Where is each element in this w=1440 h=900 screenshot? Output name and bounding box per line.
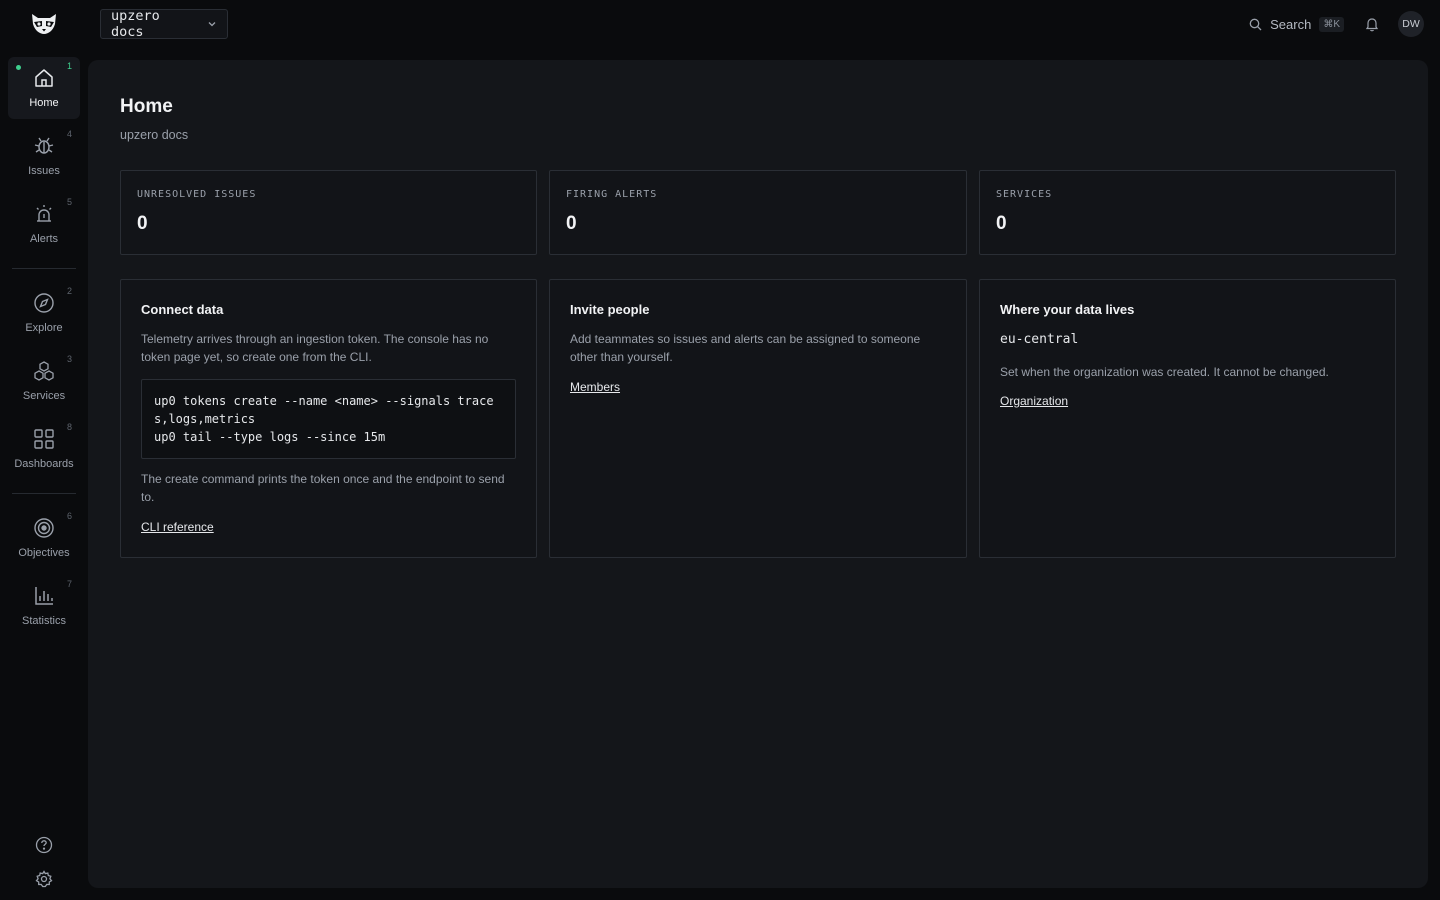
nav-count: 6 [66, 511, 72, 521]
sidebar-divider [12, 493, 76, 494]
nav-count: 5 [66, 197, 72, 207]
sidebar-item-dashboards[interactable]: 8 Dashboards [8, 418, 80, 480]
text-line: The create command prints the token once… [141, 472, 505, 486]
sidebar-item-home[interactable]: 1 Home [8, 57, 80, 119]
text-line: other than yourself. [570, 350, 673, 364]
card-text: Telemetry arrives through an ingestion t… [141, 330, 488, 366]
nav-label: Alerts [29, 233, 59, 245]
card-text: Set when the organization was created. I… [1000, 365, 1329, 379]
stat-value: 0 [137, 213, 148, 234]
help-icon[interactable] [33, 834, 55, 856]
nav-count: 1 [66, 61, 72, 71]
nav-label: Objectives [18, 547, 70, 559]
card-title: Connect data [141, 302, 224, 317]
members-link[interactable]: Members [570, 380, 620, 394]
stat-value: 0 [996, 213, 1007, 234]
active-indicator-dot [16, 65, 21, 70]
grid-icon [32, 427, 56, 451]
top-actions: Search ⌘K DW [1249, 10, 1424, 38]
main-panel: Home upzero docs UNRESOLVED ISSUES 0 FIR… [88, 60, 1428, 888]
nav-count: 2 [66, 286, 72, 296]
sidebar-divider [12, 268, 76, 269]
nav-label: Dashboards [14, 458, 74, 470]
text-line: Telemetry arrives through an ingestion t… [141, 332, 489, 346]
bar-chart-icon [32, 584, 56, 608]
card-text: The create command prints the token once… [141, 470, 505, 506]
connect-data-card: Connect data Telemetry arrives through a… [120, 279, 537, 558]
invite-people-card: Invite people Add teammates so issues an… [549, 279, 967, 558]
raccoon-logo-icon[interactable] [28, 10, 60, 38]
nav-count: 7 [66, 579, 72, 589]
stat-label: SERVICES [996, 189, 1053, 200]
stat-card-unresolved-issues[interactable]: UNRESOLVED ISSUES 0 [120, 170, 537, 255]
text-line: Add teammates so issues and alerts can b… [570, 332, 921, 346]
card-title: Invite people [570, 302, 650, 317]
code-line: up0 tokens create --name <name> --signal… [154, 394, 494, 408]
chevron-down-icon [207, 19, 217, 29]
target-icon [32, 516, 56, 540]
sidebar: 1 Home 4 Issues 5 Alerts 2 Explore 3 Ser… [0, 48, 88, 900]
code-line: s,logs,metrics [154, 412, 256, 426]
nav-label: Services [22, 390, 66, 402]
stat-card-firing-alerts[interactable]: FIRING ALERTS 0 [549, 170, 967, 255]
search-shortcut: ⌘K [1319, 16, 1344, 32]
home-icon [32, 66, 56, 90]
nav-count: 8 [66, 422, 72, 432]
sidebar-item-explore[interactable]: 2 Explore [8, 282, 80, 344]
data-region-card: Where your data lives eu-central Set whe… [979, 279, 1396, 558]
stat-value: 0 [566, 213, 577, 234]
alarm-icon [32, 202, 56, 226]
stat-card-services[interactable]: SERVICES 0 [979, 170, 1396, 255]
page-title: Home [120, 96, 173, 117]
card-title: Where your data lives [1000, 302, 1135, 317]
page-subtitle: upzero docs [120, 128, 189, 142]
compass-icon [32, 291, 56, 315]
gear-icon[interactable] [33, 868, 55, 890]
text-line: token page yet, so create one from the C… [141, 350, 372, 364]
sidebar-item-objectives[interactable]: 6 Objectives [8, 507, 80, 569]
search-label: Search [1270, 16, 1312, 32]
search-button[interactable]: Search ⌘K [1249, 16, 1344, 32]
nav-label: Home [29, 97, 59, 109]
region-value: eu-central [1000, 332, 1079, 347]
stat-label: FIRING ALERTS [566, 189, 658, 200]
text-line: to. [141, 490, 155, 504]
nav-count: 4 [66, 129, 72, 139]
bug-icon [32, 134, 56, 158]
cli-reference-link[interactable]: CLI reference [141, 520, 214, 534]
workspace-name: upzero docs [111, 8, 160, 40]
cli-code-block[interactable]: up0 tokens create --name <name> --signal… [141, 379, 516, 459]
stat-label: UNRESOLVED ISSUES [137, 189, 257, 200]
nav-label: Issues [28, 165, 60, 177]
sidebar-item-issues[interactable]: 4 Issues [8, 125, 80, 187]
cubes-icon [32, 359, 56, 383]
sidebar-item-statistics[interactable]: 7 Statistics [8, 575, 80, 637]
nav-label: Explore [25, 322, 63, 334]
sidebar-item-alerts[interactable]: 5 Alerts [8, 193, 80, 255]
nav-count: 3 [66, 354, 72, 364]
card-text: Add teammates so issues and alerts can b… [570, 330, 920, 366]
sidebar-item-services[interactable]: 3 Services [8, 350, 80, 412]
workspace-selector[interactable]: upzero docs [100, 8, 228, 40]
notifications-bell-icon[interactable] [1364, 16, 1380, 32]
avatar[interactable]: DW [1398, 11, 1424, 37]
code-line: up0 tail --type logs --since 15m [154, 430, 386, 444]
search-icon [1249, 18, 1262, 31]
organization-link[interactable]: Organization [1000, 394, 1068, 408]
top-bar: upzero docs Search ⌘K DW [0, 0, 1440, 48]
nav-label: Statistics [21, 615, 66, 627]
